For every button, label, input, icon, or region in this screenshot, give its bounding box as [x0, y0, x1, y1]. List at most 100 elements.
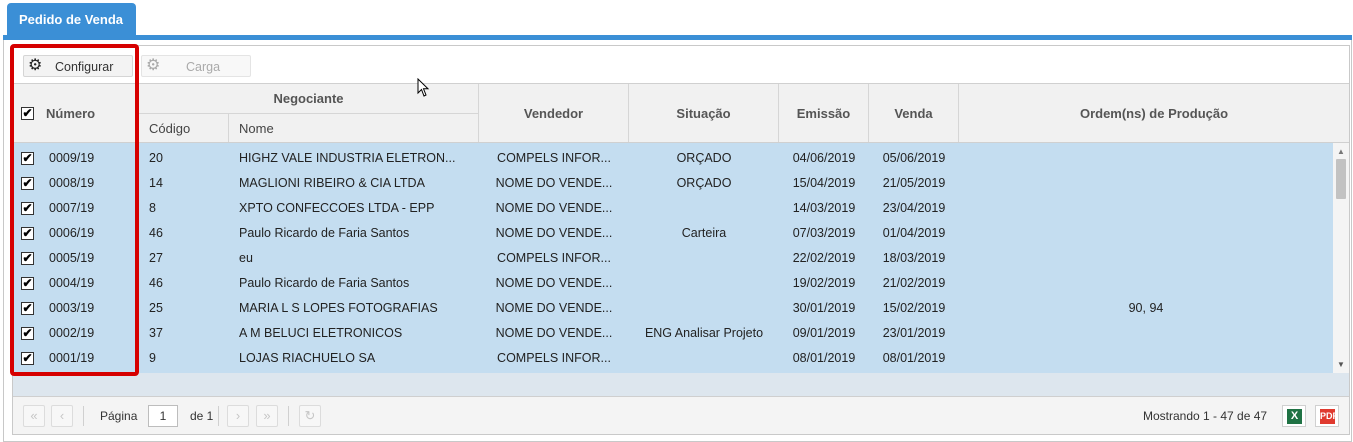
row-checkbox[interactable]: ✔: [21, 327, 34, 340]
header-emissao[interactable]: Emissão: [779, 84, 869, 142]
cell-venda: 15/02/2019: [882, 301, 946, 315]
last-page-icon[interactable]: »: [256, 405, 278, 427]
table-row[interactable]: ✔ 0008/19 14 MAGLIONI RIBEIRO & CIA LTDA NOM…: [13, 171, 1333, 196]
cell-codigo: 46: [149, 276, 163, 290]
export-pdf-icon[interactable]: PDF: [1315, 405, 1339, 427]
row-checkbox-cell: ✔: [21, 196, 41, 221]
cell-venda: 21/05/2019: [882, 176, 946, 190]
select-all-checkbox[interactable]: ✔: [21, 106, 34, 120]
cell-ordens: [959, 196, 1333, 221]
export-excel-icon[interactable]: X: [1282, 405, 1306, 427]
cell-vendedor: COMPELS INFOR...: [497, 151, 611, 165]
row-checkbox-cell: ✔: [21, 296, 41, 321]
header-codigo[interactable]: Código: [139, 114, 229, 142]
cell-numero: 0003/19: [49, 301, 95, 315]
cell-numero: 0002/19: [49, 326, 95, 340]
header-situacao[interactable]: Situação: [629, 84, 779, 142]
cell-codigo: 27: [149, 251, 163, 265]
cell-vendedor: NOME DO VENDE...: [495, 326, 613, 340]
table-row[interactable]: ✔ 0005/19 27 eu COMPELS INFOR... 22/02/2019 18…: [13, 246, 1333, 271]
cell-numero: 0001/19: [49, 351, 95, 365]
cell-situacao: Carteira: [681, 226, 727, 240]
table-body: ✔ 0009/19 20 HIGHZ VALE INDUSTRIA ELETRON..…: [13, 143, 1333, 373]
grid-footer-strip: [13, 373, 1349, 397]
cell-ordens: [959, 346, 1333, 371]
cell-codigo: 8: [149, 201, 156, 215]
tab-bar: Pedido de Venda: [0, 0, 1353, 40]
table-row[interactable]: ✔ 0004/19 46 Paulo Ricardo de Faria Santos N…: [13, 271, 1333, 296]
header-venda[interactable]: Venda: [869, 84, 959, 142]
row-checkbox-cell: ✔: [21, 146, 41, 171]
row-checkbox[interactable]: ✔: [21, 277, 34, 290]
row-checkbox[interactable]: ✔: [21, 302, 34, 315]
cell-numero: 0005/19: [49, 251, 95, 265]
table-row[interactable]: ✔ 0006/19 46 Paulo Ricardo de Faria Santos N…: [13, 221, 1333, 246]
cell-codigo: 46: [149, 226, 163, 240]
scroll-down-icon[interactable]: ▼: [1337, 360, 1345, 369]
prev-page-icon[interactable]: ‹: [51, 405, 73, 427]
cell-situacao: [629, 196, 779, 221]
cell-vendedor: COMPELS INFOR...: [497, 251, 611, 265]
refresh-icon[interactable]: ↻: [299, 405, 321, 427]
table-row[interactable]: ✔ 0002/19 37 A M BELUCI ELETRONICOS NOME DO …: [13, 321, 1333, 346]
cell-codigo: 37: [149, 326, 163, 340]
row-checkbox-cell: ✔: [21, 221, 41, 246]
cell-nome: HIGHZ VALE INDUSTRIA ELETRON...: [239, 151, 456, 165]
cell-emissao: 08/01/2019: [792, 351, 856, 365]
cell-situacao: ORÇADO: [676, 176, 732, 190]
cell-numero: 0006/19: [49, 226, 95, 240]
orders-grid: ⚙ Configurar ⚙ Carga ✔ Número Negociante…: [12, 45, 1350, 435]
row-checkbox[interactable]: ✔: [21, 152, 34, 165]
row-checkbox[interactable]: ✔: [21, 252, 34, 265]
page-input[interactable]: 1: [148, 405, 178, 427]
header-numero[interactable]: ✔ Número: [13, 84, 139, 142]
page-total-label: de 1: [190, 409, 214, 423]
scroll-thumb[interactable]: [1336, 159, 1346, 199]
header-nome[interactable]: Nome: [229, 114, 479, 142]
pager-separator: [218, 406, 219, 426]
table-row[interactable]: ✔ 0001/19 9 LOJAS RIACHUELO SA COMPELS INFOR…: [13, 346, 1333, 371]
cell-situacao: ORÇADO: [676, 151, 732, 165]
table-row[interactable]: ✔ 0009/19 20 HIGHZ VALE INDUSTRIA ELETRON..…: [13, 146, 1333, 171]
header-numero-label: Número: [46, 105, 96, 121]
pagina-label: Página: [100, 409, 138, 423]
header-ordens[interactable]: Ordem(ns) de Produção: [959, 84, 1349, 142]
cell-venda: 23/04/2019: [882, 201, 946, 215]
pager-separator: [288, 406, 289, 426]
cell-ordens: [959, 271, 1333, 296]
configurar-label: Configurar: [55, 60, 114, 74]
header-vendedor[interactable]: Vendedor: [479, 84, 629, 142]
vertical-scrollbar[interactable]: ▲ ▼: [1333, 143, 1349, 373]
cell-vendedor: NOME DO VENDE...: [495, 176, 613, 190]
cell-venda: 18/03/2019: [882, 251, 946, 265]
cell-numero: 0009/19: [49, 151, 95, 165]
cell-nome: A M BELUCI ELETRONICOS: [239, 326, 403, 340]
cell-situacao: [629, 296, 779, 321]
scroll-up-icon[interactable]: ▲: [1337, 147, 1345, 156]
tab-pedido-de-venda[interactable]: Pedido de Venda: [7, 3, 136, 36]
cell-emissao: 14/03/2019: [792, 201, 856, 215]
cell-emissao: 30/01/2019: [792, 301, 856, 315]
cell-nome: MARIA L S LOPES FOTOGRAFIAS: [239, 301, 438, 315]
cell-nome: Paulo Ricardo de Faria Santos: [239, 226, 410, 240]
cell-emissao: 09/01/2019: [792, 326, 856, 340]
cell-ordens: [959, 221, 1333, 246]
row-checkbox[interactable]: ✔: [21, 352, 34, 365]
row-checkbox-cell: ✔: [21, 346, 41, 371]
cell-situacao: [629, 346, 779, 371]
carga-button[interactable]: ⚙ Carga: [141, 55, 251, 77]
cell-nome: MAGLIONI RIBEIRO & CIA LTDA: [239, 176, 425, 190]
cell-vendedor: NOME DO VENDE...: [495, 301, 613, 315]
row-checkbox[interactable]: ✔: [21, 227, 34, 240]
table-row[interactable]: ✔ 0003/19 25 MARIA L S LOPES FOTOGRAFIAS NOM…: [13, 296, 1333, 321]
row-checkbox[interactable]: ✔: [21, 202, 34, 215]
cell-venda: 08/01/2019: [882, 351, 946, 365]
cell-numero: 0008/19: [49, 176, 95, 190]
first-page-icon[interactable]: «: [23, 405, 45, 427]
table-row[interactable]: ✔ 0007/19 8 XPTO CONFECCOES LTDA - EPP NOME …: [13, 196, 1333, 221]
next-page-icon[interactable]: ›: [227, 405, 249, 427]
cell-venda: 01/04/2019: [882, 226, 946, 240]
mouse-cursor-icon: [417, 78, 430, 97]
row-checkbox[interactable]: ✔: [21, 177, 34, 190]
configurar-button[interactable]: ⚙ Configurar: [23, 55, 133, 77]
